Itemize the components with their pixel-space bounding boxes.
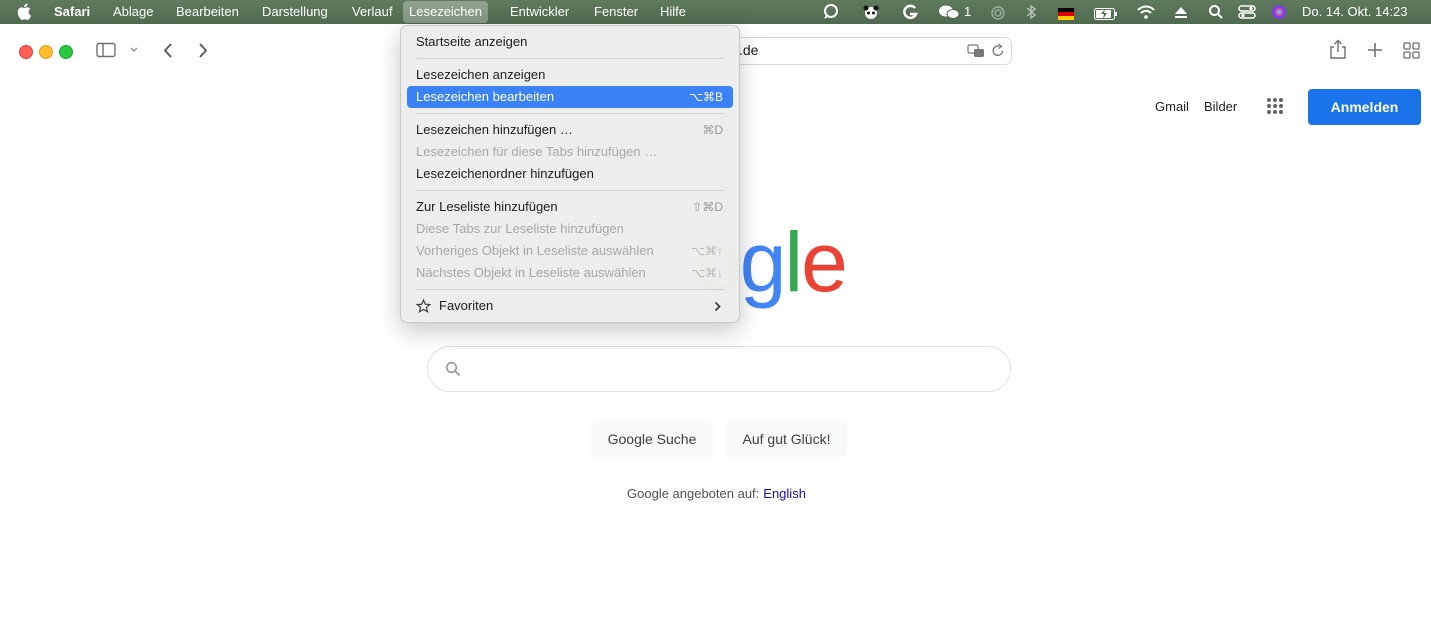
eject-icon[interactable] — [1174, 4, 1188, 20]
menu-lesezeichen[interactable]: Lesezeichen — [403, 1, 488, 23]
gmail-link[interactable]: Gmail — [1155, 99, 1189, 114]
shortcut-add-bookmark: ⌘D — [702, 123, 723, 137]
sync-g-icon[interactable] — [901, 4, 919, 20]
translate-icon[interactable] — [967, 44, 985, 58]
google-apps-grid-icon[interactable] — [1266, 97, 1284, 115]
chevron-down-icon[interactable] — [129, 46, 139, 54]
shortcut-edit-bookmarks: ⌥⌘B — [689, 90, 723, 104]
german-flag-icon[interactable] — [1058, 6, 1074, 22]
battery-icon[interactable] — [1094, 6, 1118, 22]
language-english-link[interactable]: English — [763, 486, 806, 501]
siri-icon[interactable] — [1271, 4, 1287, 20]
control-center-icon[interactable] — [1238, 4, 1256, 20]
menu-separator — [416, 289, 724, 290]
sidebar-toggle-icon[interactable] — [96, 42, 116, 58]
menu-separator — [416, 113, 724, 114]
search-icon — [445, 361, 461, 377]
menu-item-add-bookmark-folder[interactable]: Lesezeichenordner hinzufügen — [407, 163, 733, 185]
menu-separator — [416, 190, 724, 191]
menu-fenster[interactable]: Fenster — [594, 0, 638, 24]
shortcut-next-reading-item: ⌥⌘↓ — [691, 266, 723, 280]
bookmarks-menu: Startseite anzeigen Lesezeichen anzeigen… — [400, 25, 740, 323]
bluetooth-off-icon[interactable] — [1024, 4, 1038, 20]
menu-item-previous-reading-list-item: Vorheriges Objekt in Leseliste auswählen… — [407, 240, 733, 262]
language-offer-text: Google angeboten auf: — [627, 486, 760, 501]
zoom-window-button[interactable] — [59, 45, 73, 59]
forward-arrow-icon[interactable] — [196, 42, 210, 59]
tab-overview-icon[interactable] — [1403, 42, 1420, 59]
chat-bubble-icon[interactable] — [822, 4, 840, 20]
menu-entwickler[interactable]: Entwickler — [510, 0, 569, 24]
wifi-icon[interactable] — [1137, 4, 1155, 20]
menu-item-add-bookmark[interactable]: Lesezeichen hinzufügen … ⌘D — [407, 119, 733, 141]
minimize-window-button[interactable] — [39, 45, 53, 59]
menu-darstellung[interactable]: Darstellung — [262, 0, 328, 24]
menu-item-add-tabs-to-reading-list: Diese Tabs zur Leseliste hinzufügen — [416, 221, 624, 236]
menubar-datetime[interactable]: Do. 14. Okt. 14:23 — [1302, 0, 1408, 24]
reload-icon[interactable] — [991, 43, 1005, 58]
share-icon[interactable] — [1329, 39, 1347, 60]
menu-ablage[interactable]: Ablage — [113, 0, 153, 24]
menu-separator — [416, 58, 724, 59]
language-offer: Google angeboten auf: English — [627, 486, 806, 501]
close-window-button[interactable] — [19, 45, 33, 59]
images-link[interactable]: Bilder — [1204, 99, 1237, 114]
panda-icon[interactable] — [862, 4, 880, 20]
wechat-badge-count: 1 — [964, 4, 972, 19]
menu-item-show-bookmarks[interactable]: Lesezeichen anzeigen — [407, 64, 733, 86]
menu-item-edit-bookmarks[interactable]: Lesezeichen bearbeiten ⌥⌘B — [407, 86, 733, 108]
menu-verlauf[interactable]: Verlauf — [352, 0, 392, 24]
spotlight-search-icon[interactable] — [1208, 4, 1224, 20]
feeling-lucky-button[interactable]: Auf gut Glück! — [726, 421, 847, 457]
google-search-button[interactable]: Google Suche — [591, 421, 713, 457]
back-arrow-icon[interactable] — [161, 42, 175, 59]
address-text: .de — [739, 42, 759, 58]
menu-item-add-to-reading-list[interactable]: Zur Leseliste hinzufügen ⇧⌘D — [407, 196, 733, 218]
new-tab-plus-icon[interactable] — [1367, 42, 1383, 58]
signin-button[interactable]: Anmelden — [1308, 89, 1421, 125]
menu-item-next-reading-list-item: Nächstes Objekt in Leseliste auswählen ⌥… — [407, 262, 733, 284]
menu-bar: Safari Ablage Bearbeiten Darstellung Ver… — [0, 0, 1431, 24]
chevron-right-icon — [714, 301, 721, 312]
google-search-box[interactable] — [427, 346, 1011, 392]
menu-hilfe[interactable]: Hilfe — [660, 0, 686, 24]
menu-app-safari[interactable]: Safari — [54, 0, 90, 24]
menu-bearbeiten[interactable]: Bearbeiten — [176, 0, 239, 24]
shortcut-previous-reading-item: ⌥⌘↑ — [691, 244, 723, 258]
menu-item-add-bookmarks-for-tabs: Lesezeichen für diese Tabs hinzufügen … — [416, 144, 658, 159]
menu-item-favorites[interactable]: Favoriten — [407, 295, 733, 317]
shortcut-add-to-reading-list: ⇧⌘D — [692, 200, 723, 214]
wechat-icon[interactable] — [938, 4, 960, 20]
star-icon — [416, 299, 431, 313]
airdrop-icon[interactable] — [989, 4, 1007, 20]
menu-item-show-startpage[interactable]: Startseite anzeigen — [407, 31, 733, 53]
